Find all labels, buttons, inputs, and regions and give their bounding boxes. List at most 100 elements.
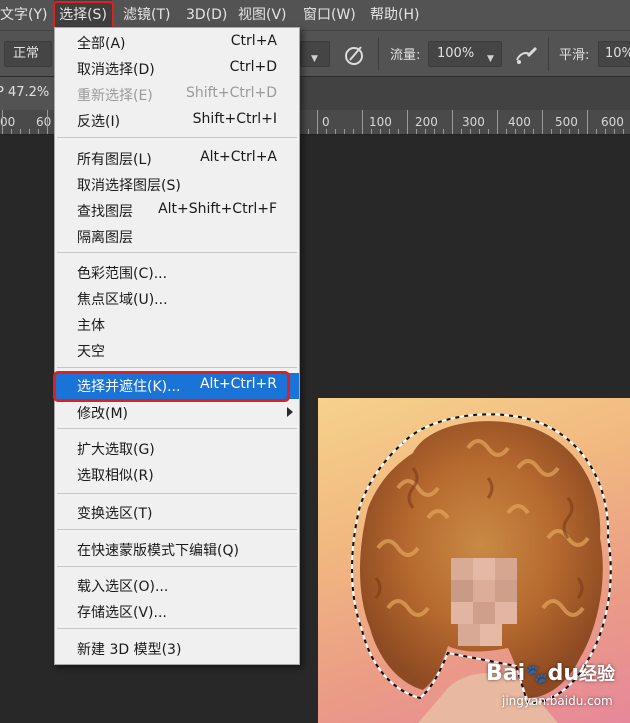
menu-item-deselect[interactable]: 取消选择(D) Ctrl+D xyxy=(55,56,299,82)
menu-item-shortcut: Alt+Ctrl+A xyxy=(200,149,277,165)
menu-item-label: 载入选区(O)... xyxy=(77,579,169,595)
flow-value: 100% xyxy=(437,46,475,61)
menu-separator xyxy=(57,428,297,429)
smoothing-label: 平滑: xyxy=(559,48,590,63)
airbrush-icon[interactable] xyxy=(514,43,540,67)
canvas-photo: Bai🐾du经验 jingyan.baidu.com xyxy=(318,398,630,723)
divider xyxy=(548,37,549,71)
ruler-tick xyxy=(443,129,444,134)
ruler-tick xyxy=(434,129,435,134)
ruler-label: 0 xyxy=(322,115,330,129)
menu-item-focus-area[interactable]: 焦点区域(U)... xyxy=(55,286,299,312)
ruler-tick xyxy=(614,129,615,134)
smoothing-input[interactable]: 10% xyxy=(598,41,630,67)
flow-dropdown[interactable]: 100% ▼ xyxy=(428,41,502,67)
ruler-label: 500 xyxy=(555,115,578,129)
menu-bar: 文字(Y) 选择(S) 滤镜(T) 3D(D) 视图(V) 窗口(W) 帮助(H… xyxy=(0,0,630,30)
chevron-down-icon: ▼ xyxy=(311,54,318,64)
ruler-tick xyxy=(488,129,489,134)
menu-separator xyxy=(57,367,297,368)
menu-item-shortcut: Shift+Ctrl+I xyxy=(192,111,277,127)
ruler-label: 200 xyxy=(415,115,438,129)
menu-view[interactable]: 视图(V) xyxy=(238,0,287,30)
ruler-tick xyxy=(605,129,606,134)
menu-help[interactable]: 帮助(H) xyxy=(370,0,419,30)
ruler-tick xyxy=(353,129,354,134)
tab-marker: P xyxy=(0,85,8,100)
blend-mode-dropdown[interactable]: 正常 xyxy=(4,41,52,67)
menu-item-label: 在快速蒙版模式下编辑(Q) xyxy=(77,543,239,559)
menu-separator xyxy=(57,566,297,567)
menu-separator xyxy=(57,493,297,494)
menu-item-label: 存储选区(V)... xyxy=(77,605,167,621)
menu-item-label: 修改(M) xyxy=(77,406,129,422)
annotation-outline-menu xyxy=(53,1,114,30)
menu-item-label: 重新选择(E) xyxy=(77,88,153,104)
menu-item-inverse[interactable]: 反选(I) Shift+Ctrl+I xyxy=(55,108,299,134)
chevron-down-icon: ▼ xyxy=(487,54,494,64)
menu-item-shortcut: Ctrl+A xyxy=(230,33,277,49)
menu-item-color-range[interactable]: 色彩范围(C)... xyxy=(55,260,299,286)
document-tab[interactable]: P 47.2% xyxy=(0,77,54,111)
select-menu: 全部(A) Ctrl+A 取消选择(D) Ctrl+D 重新选择(E) Shift+Ctr… xyxy=(53,27,300,665)
ruler-tick xyxy=(533,129,534,134)
menu-item-save-selection[interactable]: 存储选区(V)... xyxy=(55,599,299,625)
menu-item-grow[interactable]: 扩大选取(G) xyxy=(55,436,299,462)
menu-item-label: 取消选择(D) xyxy=(77,62,155,78)
ruler-label: 60 xyxy=(36,115,52,129)
ruler-tick xyxy=(542,110,543,134)
menu-separator xyxy=(57,529,297,530)
ruler-tick xyxy=(560,129,561,134)
menu-separator xyxy=(57,628,297,629)
ruler-tick xyxy=(389,129,390,134)
ruler-tick xyxy=(506,129,507,134)
opacity-dropdown[interactable]: ▼ xyxy=(300,41,330,67)
ruler-tick xyxy=(497,110,498,134)
ruler-tick xyxy=(461,129,462,134)
ruler-tick xyxy=(470,129,471,134)
ruler-label: 100 xyxy=(369,115,392,129)
menu-item-label: 变换选区(T) xyxy=(77,506,153,522)
ruler-tick xyxy=(578,129,579,134)
menu-item-label: 天空 xyxy=(77,344,105,360)
pressure-opacity-icon[interactable] xyxy=(343,43,367,67)
menu-3d[interactable]: 3D(D) xyxy=(186,0,227,30)
menu-item-deselect-layers[interactable]: 取消选择图层(S) xyxy=(55,172,299,198)
menu-item-sky[interactable]: 天空 xyxy=(55,338,299,364)
menu-item-label: 隔离图层 xyxy=(77,230,133,246)
menu-item-find-layers[interactable]: 查找图层 Alt+Shift+Ctrl+F xyxy=(55,198,299,224)
menu-separator xyxy=(57,252,297,253)
ruler-tick xyxy=(371,129,372,134)
ruler-label: 300 xyxy=(462,115,485,129)
menu-item-label: 扩大选取(G) xyxy=(77,442,155,458)
ruler-tick xyxy=(416,129,417,134)
menu-item-transform-selection[interactable]: 变换选区(T) xyxy=(55,500,299,526)
ruler-tick xyxy=(479,129,480,134)
blend-mode-value: 正常 xyxy=(13,46,40,61)
ruler-tick xyxy=(362,110,363,134)
menu-item-load-selection[interactable]: 载入选区(O)... xyxy=(55,573,299,599)
menu-item-label: 查找图层 xyxy=(77,204,133,220)
menu-item-similar[interactable]: 选取相似(R) xyxy=(55,462,299,488)
menu-item-label: 色彩范围(C)... xyxy=(77,266,168,282)
menu-item-isolate-layers[interactable]: 隔离图层 xyxy=(55,224,299,250)
menu-filter[interactable]: 滤镜(T) xyxy=(123,0,170,30)
menu-window[interactable]: 窗口(W) xyxy=(303,0,356,30)
ruler-tick xyxy=(551,129,552,134)
watermark-url: jingyan.baidu.com xyxy=(502,694,613,708)
ruler-tick xyxy=(425,129,426,134)
menu-item-all-layers[interactable]: 所有图层(L) Alt+Ctrl+A xyxy=(55,146,299,172)
menu-item-quick-mask-edit[interactable]: 在快速蒙版模式下编辑(Q) xyxy=(55,537,299,563)
menu-item-label: 新建 3D 模型(3) xyxy=(77,642,182,658)
menu-item-new-3d-extrusion[interactable]: 新建 3D 模型(3) xyxy=(55,636,299,662)
menu-item-shortcut: Shift+Ctrl+D xyxy=(186,85,277,101)
menu-item-select-all[interactable]: 全部(A) Ctrl+A xyxy=(55,30,299,56)
menu-item-label: 取消选择图层(S) xyxy=(77,178,181,194)
ruler-tick xyxy=(317,110,318,134)
ruler-tick xyxy=(308,129,309,134)
ruler-tick xyxy=(2,110,3,134)
menu-item-subject[interactable]: 主体 xyxy=(55,312,299,338)
menu-item-modify[interactable]: 修改(M) xyxy=(55,400,299,426)
menu-type[interactable]: 文字(Y) xyxy=(0,0,47,30)
ruler-tick xyxy=(524,129,525,134)
